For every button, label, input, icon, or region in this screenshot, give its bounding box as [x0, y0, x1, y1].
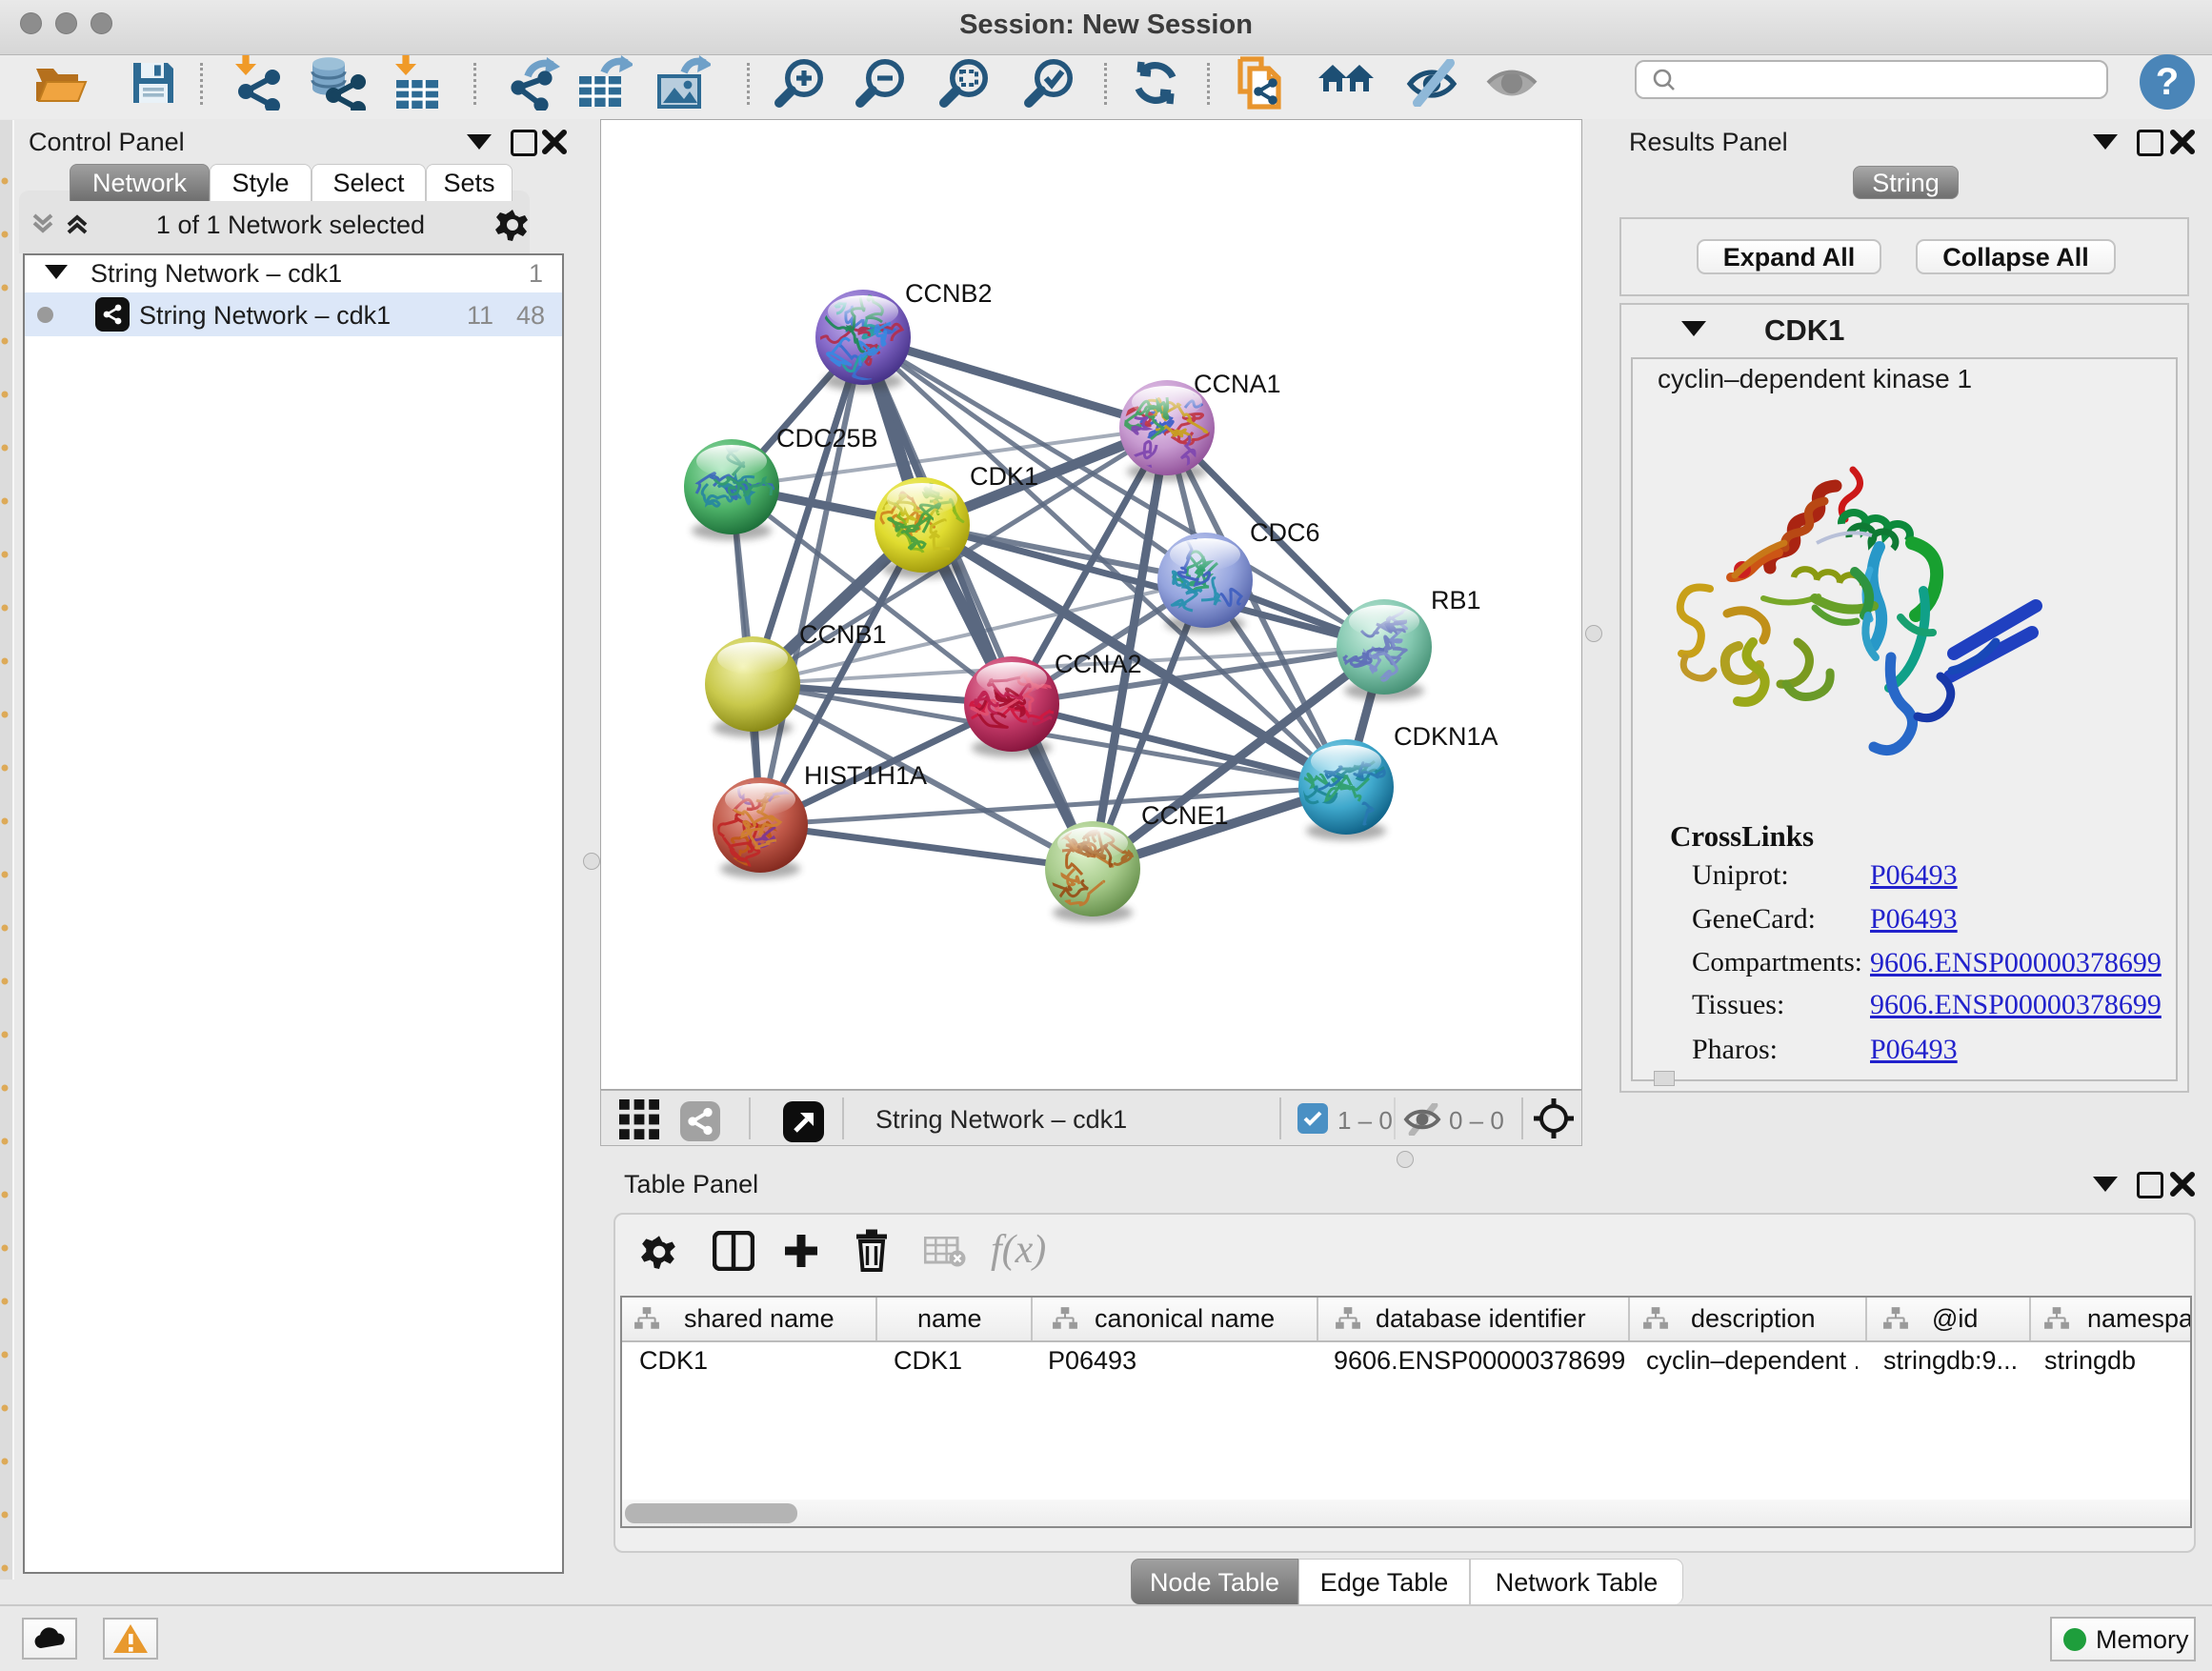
svg-text:CCNA1: CCNA1: [1194, 370, 1281, 398]
svg-text:CDC25B: CDC25B: [776, 424, 878, 453]
svg-text:CDKN1A: CDKN1A: [1394, 722, 1498, 751]
svg-text:CDK1: CDK1: [970, 462, 1038, 491]
svg-text:CCNA2: CCNA2: [1055, 650, 1142, 678]
svg-text:CCNB1: CCNB1: [799, 620, 887, 649]
svg-text:CCNE1: CCNE1: [1141, 801, 1229, 830]
svg-text:HIST1H1A: HIST1H1A: [804, 761, 927, 790]
svg-text:RB1: RB1: [1431, 586, 1481, 614]
svg-text:CCNB2: CCNB2: [905, 279, 993, 308]
svg-text:CDC6: CDC6: [1250, 518, 1320, 547]
